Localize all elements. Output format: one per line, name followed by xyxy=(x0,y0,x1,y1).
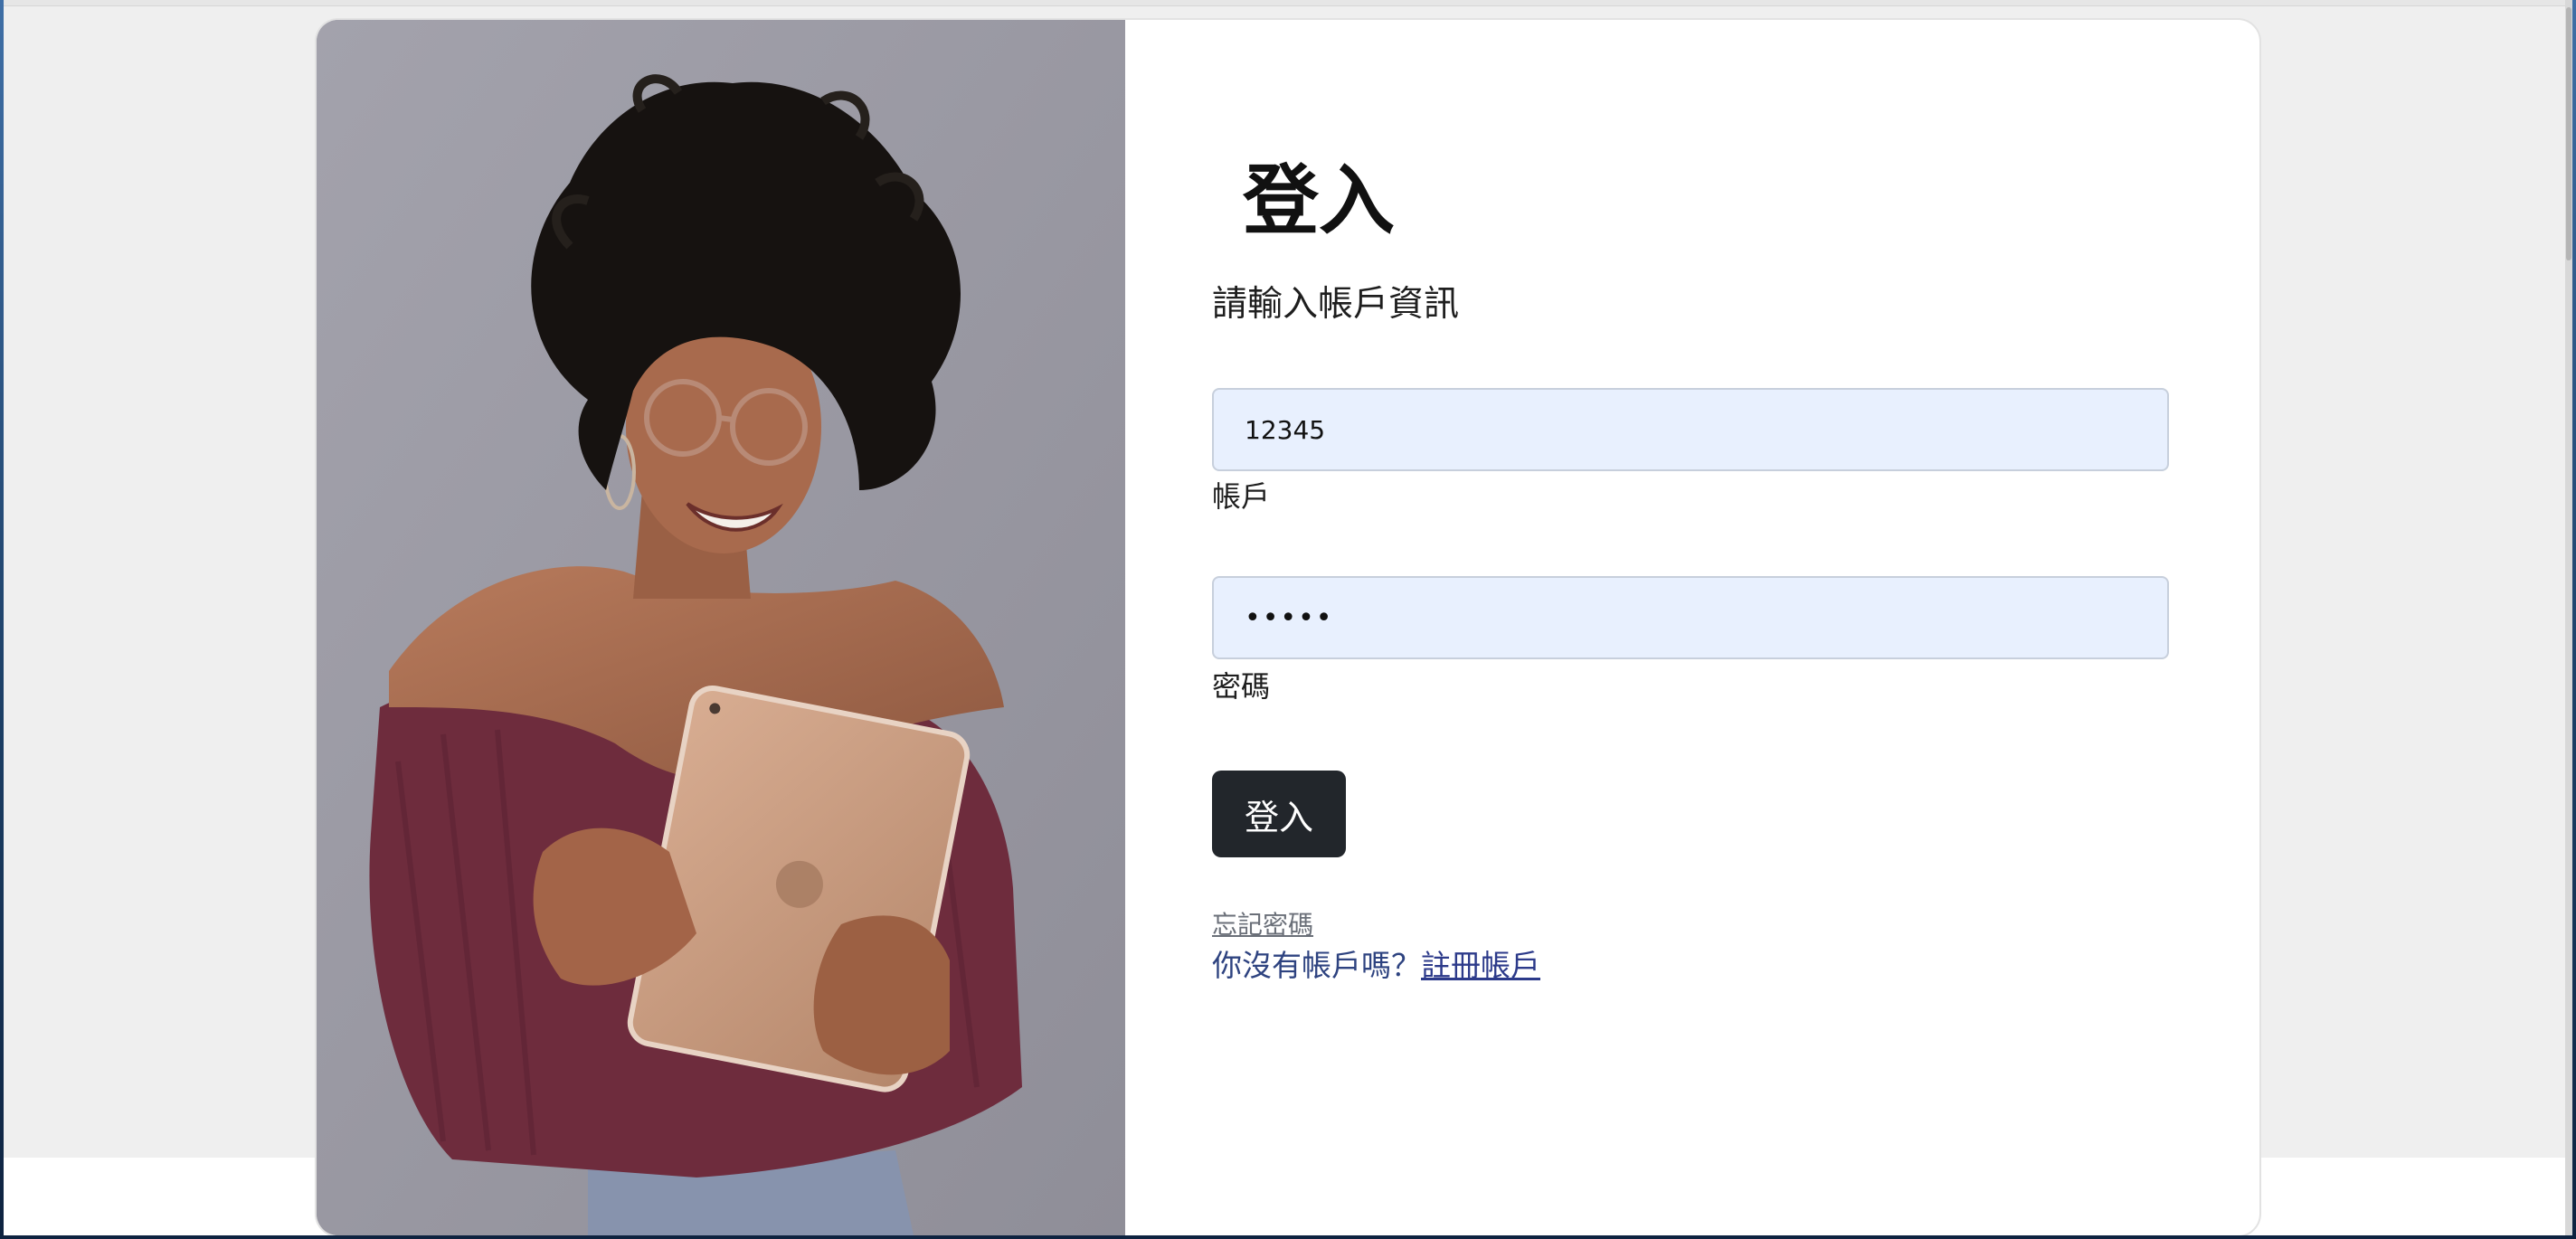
login-photo xyxy=(317,20,1125,1235)
password-input[interactable] xyxy=(1212,576,2169,659)
woman-with-tablet-photo-icon xyxy=(317,20,1125,1235)
login-button[interactable]: 登入 xyxy=(1212,771,1346,857)
account-label: 帳戶 xyxy=(1212,479,1271,514)
login-subtitle: 請輸入帳戶資訊 xyxy=(1212,284,1460,325)
login-form: 登入 請輸入帳戶資訊 帳戶 密碼 登入 忘記密碼 你沒有帳戶嗎？註冊帳戶 xyxy=(1125,20,2259,1235)
login-card: 登入 請輸入帳戶資訊 帳戶 密碼 登入 忘記密碼 你沒有帳戶嗎？註冊帳戶 xyxy=(315,18,2261,1235)
account-input[interactable] xyxy=(1212,388,2169,471)
forgot-password-link[interactable]: 忘記密碼 xyxy=(1212,910,1313,941)
vertical-scrollbar[interactable] xyxy=(2565,0,2572,1235)
register-prompt-text: 你沒有帳戶嗎？ xyxy=(1212,948,1421,983)
browser-top-strip xyxy=(4,0,2569,6)
page-title: 登入 xyxy=(1243,156,1396,245)
register-link[interactable]: 註冊帳戶 xyxy=(1421,948,1540,983)
password-label: 密碼 xyxy=(1212,669,1271,704)
scrollbar-thumb[interactable] xyxy=(2566,7,2571,260)
register-prompt: 你沒有帳戶嗎？註冊帳戶 xyxy=(1212,948,1540,984)
browser-viewport: 登入 請輸入帳戶資訊 帳戶 密碼 登入 忘記密碼 你沒有帳戶嗎？註冊帳戶 xyxy=(4,0,2569,1235)
